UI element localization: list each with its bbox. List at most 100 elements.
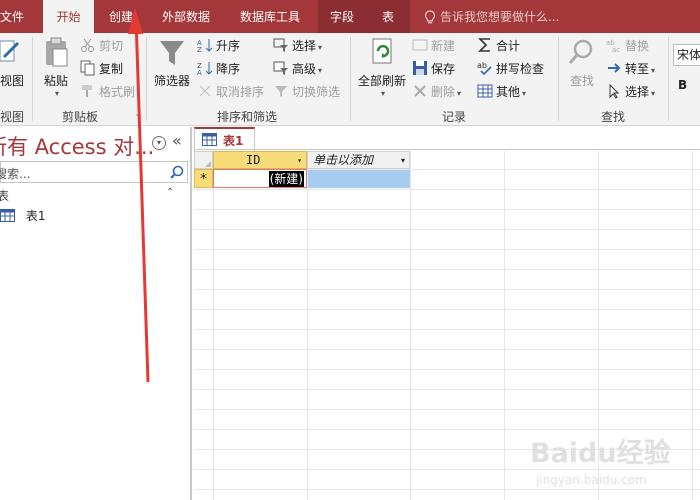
format-painter-button[interactable]: 格式刷 (80, 82, 135, 102)
nav-item-label: 表1 (25, 209, 46, 223)
selection-filter-button[interactable]: 选择 ▾ (273, 36, 322, 56)
goto-button[interactable]: 转至 ▾ (606, 59, 655, 79)
refresh-all-button[interactable]: 全部刷新 ▾ (356, 37, 408, 98)
select-all-corner[interactable] (194, 151, 213, 169)
toggle-filter-icon (273, 83, 289, 99)
copy-label: 复制 (99, 62, 124, 76)
find-button[interactable]: 查找 (564, 37, 600, 89)
tab-external-data[interactable]: 外部数据 (150, 0, 222, 33)
paste-dropdown-caret[interactable]: ▾ (42, 89, 72, 98)
new-record-selector[interactable]: * (194, 169, 213, 188)
column-header-label: 单击以添加 (313, 153, 374, 167)
replace-icon: ab ac (606, 37, 622, 54)
grid-line (194, 269, 700, 270)
column-header-id[interactable]: ID ▾ (213, 151, 307, 169)
tell-me-box[interactable]: 告诉我您想要做什么... (424, 0, 559, 33)
tab-create[interactable]: 创建 (99, 0, 143, 33)
svg-text:Z: Z (197, 46, 202, 53)
scissors-icon (80, 37, 96, 53)
view-label: 视图 (0, 74, 25, 88)
grid-line (194, 409, 700, 410)
grid-line (307, 151, 308, 500)
id-cell-new[interactable]: (新建) (213, 169, 307, 188)
refresh-dropdown-caret[interactable]: ▾ (358, 89, 408, 98)
nav-search-input[interactable]: 搜索... (0, 165, 30, 182)
cut-button[interactable]: 剪切 (80, 36, 123, 56)
advanced-filter-button[interactable]: 高级 ▾ (273, 59, 322, 79)
watermark-brand: Baidu经验 (530, 437, 671, 469)
goto-label: 转至 (625, 62, 650, 76)
select-label: 选择 (625, 85, 650, 99)
grid-line (194, 189, 700, 190)
grid-line (194, 329, 700, 330)
paste-button[interactable]: 粘贴 ▾ (40, 37, 72, 98)
document-tab-table1[interactable]: 表1 (194, 127, 255, 151)
copy-icon (80, 60, 96, 76)
select-button[interactable]: 选择 ▾ (606, 82, 655, 102)
paste-label: 粘贴 (43, 74, 68, 88)
selection-filter-label: 选择 (292, 39, 317, 53)
nav-menu-dropdown-icon[interactable]: ▾ (152, 136, 166, 150)
ribbon-tab-bar: 文件 开始 创建 外部数据 数据库工具 字段 表 告诉我您想要做什么... (0, 0, 700, 34)
delete-label: 删除 (431, 85, 456, 99)
search-icon[interactable] (169, 164, 185, 180)
toggle-filter-button[interactable]: 切换筛选 (273, 82, 340, 102)
nav-item-table1[interactable]: 表1 (0, 207, 45, 225)
table-icon (202, 133, 217, 146)
tell-me-text: 告诉我您想要做什么... (440, 10, 560, 24)
group-divider (146, 37, 147, 121)
refresh-all-label: 全部刷新 (357, 74, 406, 88)
lightbulb-icon (424, 10, 436, 24)
sort-ascending-button[interactable]: A Z 升序 (197, 36, 240, 56)
save-record-button[interactable]: 保存 (412, 59, 455, 79)
totals-label: 合计 (496, 39, 521, 53)
nav-search-box[interactable]: 搜索... (0, 161, 188, 183)
advanced-filter-icon (273, 60, 289, 76)
new-record-button[interactable]: 新建 (412, 36, 455, 56)
find-group-label: 查找 (601, 110, 626, 124)
svg-text:ac: ac (612, 46, 620, 53)
clear-sort-icon (197, 83, 213, 99)
spelling-label: 拼写检查 (496, 62, 545, 76)
tab-database-tools[interactable]: 数据库工具 (228, 0, 312, 33)
clear-sort-button[interactable]: 取消排序 (197, 82, 264, 102)
filter-label: 筛选器 (153, 74, 190, 88)
toggle-filter-label: 切换筛选 (292, 85, 341, 99)
replace-button[interactable]: ab ac 替换 (606, 36, 649, 56)
more-label: 其他 (496, 85, 521, 99)
tab-home[interactable]: 开始 (43, 0, 94, 34)
more-records-button[interactable]: 其他 ▾ (477, 82, 526, 102)
grid-line (194, 309, 700, 310)
add-column-cell[interactable] (308, 170, 410, 188)
ribbon: 视图 视图 粘贴 ▾ 剪切 复制 格式刷 剪贴板 ↘ 筛选器 A Z 升序 Z A 降序… (0, 33, 700, 126)
section-collapse-icon[interactable]: ⌃ (166, 187, 174, 198)
delete-icon (412, 83, 428, 99)
tab-table[interactable]: 表 (366, 0, 410, 33)
sort-descending-button[interactable]: Z A 降序 (197, 59, 240, 79)
clipboard-launcher-icon[interactable]: ↘ (135, 107, 142, 127)
filter-button[interactable]: 筛选器 (152, 37, 192, 89)
sort-descending-label: 降序 (216, 62, 241, 76)
collapse-pane-icon[interactable]: « (172, 131, 182, 150)
paintbrush-icon (80, 83, 96, 99)
column-header-add[interactable]: 单击以添加 ▾ (307, 151, 410, 169)
clear-sort-label: 取消排序 (216, 85, 265, 99)
view-button[interactable]: 视图 (0, 37, 25, 89)
totals-button[interactable]: 合计 (477, 36, 520, 56)
tab-fields[interactable]: 字段 (318, 0, 366, 33)
copy-button[interactable]: 复制 (80, 59, 123, 79)
column-header-label: ID (246, 153, 261, 167)
grid-line (194, 389, 700, 390)
grid-line (194, 289, 700, 290)
bold-button[interactable]: B (678, 78, 687, 92)
nav-pane-title[interactable]: 所有 Access 对... (0, 131, 168, 161)
tab-file[interactable]: 文件 (0, 0, 36, 33)
column-dropdown-icon[interactable]: ▾ (401, 152, 405, 169)
spelling-button[interactable]: ab 拼写检查 (477, 59, 544, 79)
spelling-check-icon: ab (477, 60, 493, 76)
views-group-label: 视图 (0, 110, 25, 124)
font-name-select[interactable]: 宋体 (673, 44, 700, 66)
column-dropdown-icon[interactable]: ▾ (297, 152, 302, 169)
delete-record-button[interactable]: 删除 ▾ (412, 82, 461, 102)
nav-section-header[interactable]: 表 (0, 187, 9, 204)
